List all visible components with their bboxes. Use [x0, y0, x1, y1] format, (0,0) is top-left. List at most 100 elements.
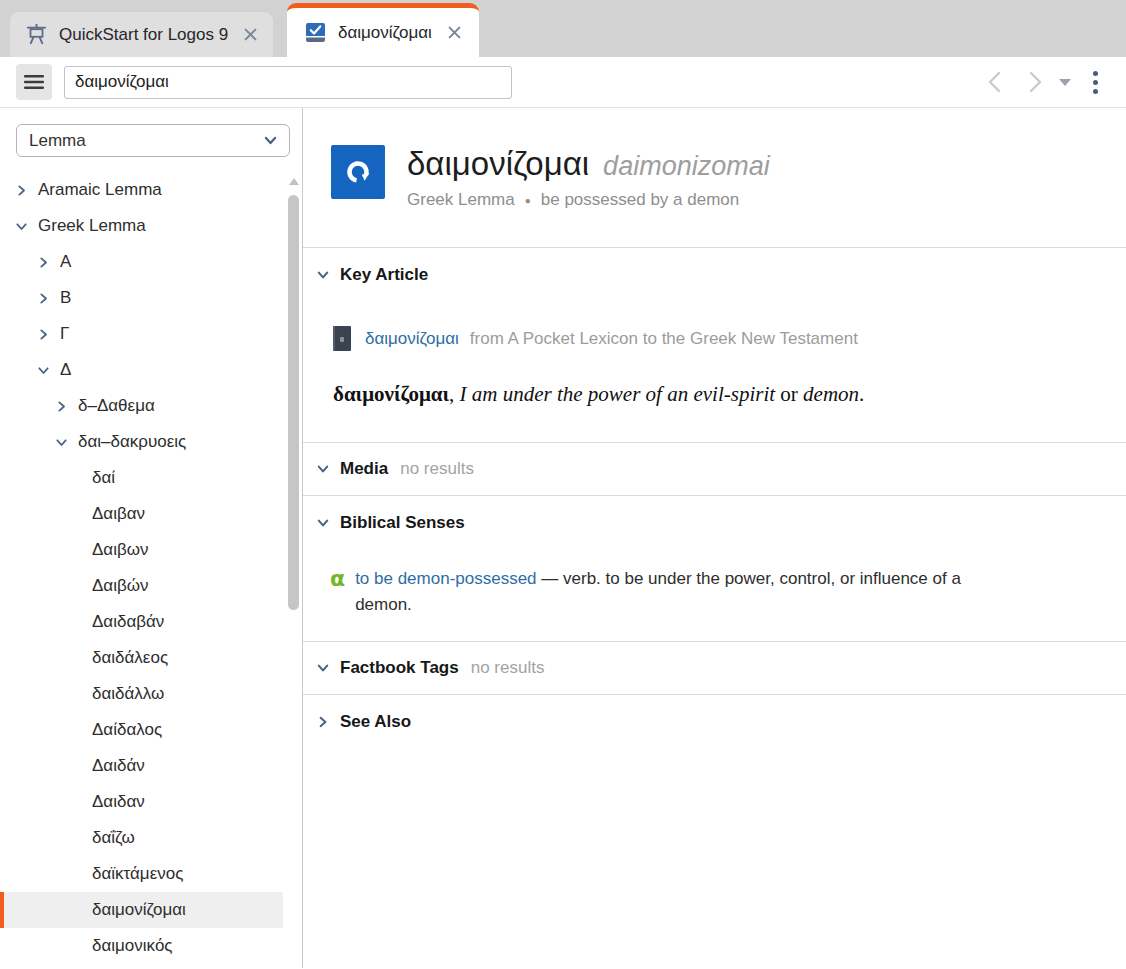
chevron-right-icon[interactable]	[16, 185, 27, 196]
tree-item-label: δαιμονίζομαι	[92, 900, 186, 920]
bullet-separator: ●	[525, 195, 531, 206]
close-tab-icon[interactable]	[244, 28, 257, 41]
entry-gloss: be possessed by a demon	[541, 190, 739, 210]
index-select-label: Lemma	[29, 131, 86, 151]
tree-item[interactable]: δαϊκτάμενος	[0, 856, 283, 892]
chevron-down-icon	[264, 134, 277, 147]
tree-item[interactable]: δαιδάλλω	[0, 676, 283, 712]
tree-item[interactable]: Δαιδάν	[0, 748, 283, 784]
tree-item-label: Aramaic Lemma	[38, 180, 162, 200]
panel-menu-button[interactable]	[16, 64, 52, 100]
reference-input[interactable]	[64, 66, 512, 99]
tab-quickstart[interactable]: QuickStart for Logos 9	[10, 12, 273, 57]
tab-factbook[interactable]: δαιμονίζομαι	[287, 3, 479, 57]
tree-item-label: Δαιδάν	[92, 756, 145, 776]
section-header[interactable]: Biblical Senses	[303, 496, 1126, 550]
tree-item-label: δαι–δακρυοεις	[78, 432, 186, 452]
tree-item[interactable]: Aramaic Lemma	[0, 172, 283, 208]
tree-item[interactable]: δαιδάλεος	[0, 640, 283, 676]
tree-item-label: δαιδάλεος	[92, 648, 168, 668]
section-status: no results	[400, 459, 474, 479]
tree-item[interactable]: Δαίδαλος	[0, 712, 283, 748]
lemma-icon	[331, 145, 385, 199]
tree-item-label: Δαιβαν	[92, 504, 145, 524]
tree-item[interactable]: δαΐζω	[0, 820, 283, 856]
chevron-right-icon[interactable]	[56, 401, 67, 412]
chevron-right-icon	[317, 716, 329, 728]
chevron-right-icon[interactable]	[38, 293, 49, 304]
tree-item-label: Δαίδαλος	[92, 720, 162, 740]
tree-item-label: δ–Δαθεμα	[78, 396, 155, 416]
index-select[interactable]: Lemma	[16, 124, 290, 157]
chevron-down-icon[interactable]	[56, 437, 67, 448]
section-factbook-tags: Factbook Tags no results	[303, 642, 1126, 694]
sidebar: Lemma Aramaic Lemma Greek Lemma ΑΒΓΔδ–Δαθε…	[0, 108, 303, 968]
tree-item[interactable]: Δαιβων	[0, 532, 283, 568]
tree-item-label: Γ	[60, 324, 69, 344]
section-heading: Media	[340, 459, 388, 479]
back-button[interactable]	[985, 70, 1005, 94]
book-cover-thumbnail	[333, 326, 351, 351]
key-article-source: from A Pocket Lexicon to the Greek New T…	[470, 329, 858, 349]
presentation-icon	[26, 24, 47, 45]
section-heading: Factbook Tags	[340, 658, 459, 678]
sense-description: to be demon-possessed — verb. to be unde…	[355, 566, 985, 618]
scrollbar-thumb[interactable]	[288, 195, 299, 610]
tree-item-label: Β	[60, 288, 71, 308]
tree-item-label: δαιμονικός	[92, 936, 173, 956]
section-key-article: Key Article δαιμονίζομαι from A Pocket L…	[303, 248, 1126, 407]
tab-label: δαιμονίζομαι	[338, 23, 432, 43]
tree-item[interactable]: δαι–δακρυοεις	[0, 424, 283, 460]
tree-item-label: Α	[60, 252, 71, 272]
lexicon-definition: δαιμονίζομαι, I am under the power of an…	[333, 382, 1126, 407]
sense-link[interactable]: to be demon-possessed	[355, 569, 536, 588]
chevron-down-icon	[317, 463, 329, 475]
tree-item[interactable]: δαί	[0, 460, 283, 496]
entry-title: δαιμονίζομαι	[407, 145, 589, 182]
tree-item[interactable]: δαιμονικός	[0, 928, 283, 964]
tree-item[interactable]: Α	[0, 244, 283, 280]
key-article-link[interactable]: δαιμονίζομαι	[365, 329, 459, 349]
section-header[interactable]: Factbook Tags no results	[303, 642, 1126, 694]
close-tab-icon[interactable]	[448, 26, 461, 39]
panel-options-icon[interactable]	[1093, 71, 1098, 94]
chevron-down-icon[interactable]	[38, 365, 49, 376]
tree-item[interactable]: δαιμονίζομαι	[0, 892, 283, 928]
entry-header: δαιμονίζομαιdaimonizomai Greek Lemma ● b…	[303, 108, 1126, 247]
history-dropdown-icon[interactable]	[1059, 79, 1071, 86]
chevron-down-icon	[317, 517, 329, 529]
toolbar	[0, 57, 1126, 108]
tree-item-label: δαΐζω	[92, 828, 135, 848]
tree-item[interactable]: Δαιδαβάν	[0, 604, 283, 640]
tree-item[interactable]: Δαιβών	[0, 568, 283, 604]
tree-item-label: Δαιδαβάν	[92, 612, 164, 632]
tree-item-label: Δαιδαν	[92, 792, 145, 812]
section-see-also: See Also	[303, 695, 1126, 749]
scroll-up-icon[interactable]	[289, 178, 299, 185]
chevron-right-icon[interactable]	[38, 329, 49, 340]
tree-item[interactable]: δ–Δαθεμα	[0, 388, 283, 424]
section-heading: Biblical Senses	[340, 513, 465, 533]
tree-item-label: Δ	[60, 360, 71, 380]
section-biblical-senses: Biblical Senses α to be demon-possessed …	[303, 496, 1126, 641]
chevron-down-icon[interactable]	[16, 221, 27, 232]
chevron-right-icon[interactable]	[38, 257, 49, 268]
factbook-icon	[305, 22, 326, 43]
section-header[interactable]: Media no results	[303, 443, 1126, 495]
tree-item[interactable]: Γ	[0, 316, 283, 352]
tree-item[interactable]: Δαιδαν	[0, 784, 283, 820]
section-status: no results	[471, 658, 545, 678]
tree-item-label: Greek Lemma	[38, 216, 146, 236]
section-heading: See Also	[340, 712, 411, 732]
tab-bar: QuickStart for Logos 9 δαιμονίζομαι	[0, 0, 1126, 57]
tree-item[interactable]: Δαιβαν	[0, 496, 283, 532]
tree-item[interactable]: Β	[0, 280, 283, 316]
section-header[interactable]: See Also	[303, 695, 1126, 749]
section-header[interactable]: Key Article	[303, 248, 1126, 302]
lemma-tree: Aramaic Lemma Greek Lemma ΑΒΓΔδ–Δαθεμα δαι–…	[0, 172, 302, 964]
tree-item[interactable]: Greek Lemma	[0, 208, 283, 244]
forward-button[interactable]	[1025, 70, 1045, 94]
sidebar-scrollbar[interactable]	[288, 178, 300, 610]
tree-item-label: δαί	[92, 468, 115, 488]
tree-item[interactable]: Δ	[0, 352, 283, 388]
